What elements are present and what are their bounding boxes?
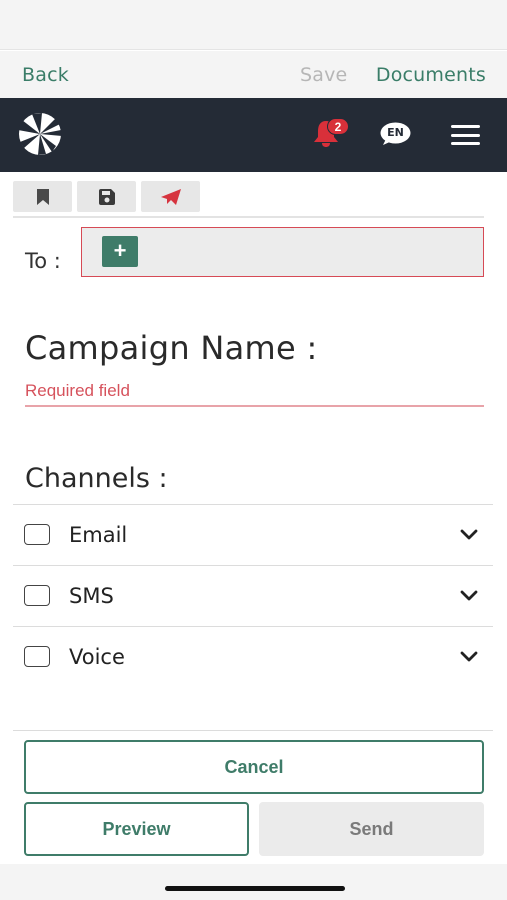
campaign-name-label: Campaign Name : bbox=[25, 329, 318, 367]
hamburger-menu-icon[interactable] bbox=[451, 125, 480, 145]
app-header: 2 EN bbox=[0, 98, 507, 172]
send-toolbar-button[interactable] bbox=[141, 181, 200, 212]
sms-checkbox[interactable] bbox=[24, 585, 50, 606]
voice-checkbox[interactable] bbox=[24, 646, 50, 667]
cancel-button[interactable]: Cancel bbox=[24, 740, 484, 794]
add-recipient-button[interactable]: + bbox=[102, 236, 138, 267]
documents-button[interactable]: Documents bbox=[376, 64, 486, 86]
channels-label: Channels : bbox=[25, 463, 168, 494]
actions-divider bbox=[13, 730, 493, 731]
paper-plane-icon bbox=[160, 188, 181, 205]
pinwheel-logo-icon[interactable] bbox=[12, 112, 68, 156]
to-label: To : bbox=[25, 249, 61, 273]
home-indicator[interactable] bbox=[165, 886, 345, 891]
channel-row-email[interactable]: Email bbox=[13, 504, 493, 565]
top-nav-bar: Back Save Documents bbox=[0, 51, 507, 98]
save-button[interactable]: Save bbox=[300, 64, 347, 86]
home-indicator-area bbox=[0, 864, 507, 900]
status-bar bbox=[0, 0, 507, 50]
notification-count-badge: 2 bbox=[327, 118, 349, 135]
campaign-name-error: Required field bbox=[25, 381, 130, 400]
channel-name: Email bbox=[69, 523, 128, 547]
campaign-name-input-underline[interactable] bbox=[25, 405, 484, 407]
language-label: EN bbox=[387, 126, 404, 139]
preview-button[interactable]: Preview bbox=[24, 802, 249, 856]
toolbar-divider bbox=[13, 216, 484, 218]
channel-name: SMS bbox=[69, 584, 114, 608]
email-checkbox[interactable] bbox=[24, 524, 50, 545]
channel-row-sms[interactable]: SMS bbox=[13, 565, 493, 626]
channel-row-voice[interactable]: Voice bbox=[13, 626, 493, 687]
chevron-down-icon[interactable] bbox=[460, 529, 478, 541]
back-button[interactable]: Back bbox=[22, 64, 69, 86]
chevron-down-icon[interactable] bbox=[460, 651, 478, 663]
bookmark-button[interactable] bbox=[13, 181, 72, 212]
channel-name: Voice bbox=[69, 645, 125, 669]
floppy-disk-icon bbox=[98, 188, 115, 205]
chevron-down-icon[interactable] bbox=[460, 590, 478, 602]
bookmark-icon bbox=[36, 188, 49, 205]
save-draft-button[interactable] bbox=[77, 181, 136, 212]
recipients-field[interactable]: + bbox=[81, 227, 484, 277]
send-button[interactable]: Send bbox=[259, 802, 484, 856]
